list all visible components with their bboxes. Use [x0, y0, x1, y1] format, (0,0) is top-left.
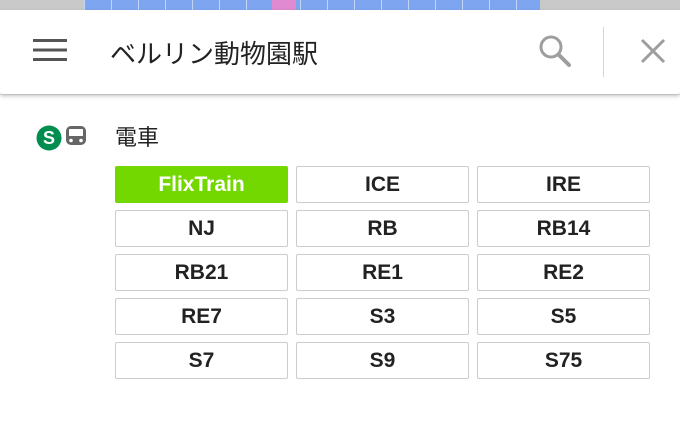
transit-line-chip[interactable]: S7	[115, 342, 288, 379]
close-button[interactable]	[630, 30, 676, 76]
transit-line-chip[interactable]: RE1	[296, 254, 469, 291]
s-bahn-icon: S	[36, 125, 62, 155]
search-input[interactable]	[110, 30, 510, 74]
transit-line-chip[interactable]: S3	[296, 298, 469, 335]
transit-line-chip[interactable]: IRE	[477, 166, 650, 203]
transit-line-chip[interactable]: RB21	[115, 254, 288, 291]
transit-line-chip[interactable]: RB	[296, 210, 469, 247]
search-bar-divider	[603, 27, 604, 77]
transit-section-title: 電車	[115, 126, 160, 151]
transit-line-chip[interactable]: RE7	[115, 298, 288, 335]
transit-line-chip[interactable]: S9	[296, 342, 469, 379]
transit-line-chip[interactable]: FlixTrain	[115, 166, 288, 203]
transit-line-chip[interactable]: S5	[477, 298, 650, 335]
transit-line-chip[interactable]: NJ	[115, 210, 288, 247]
transit-mode-icons: S	[36, 125, 95, 155]
map-pink-marker	[272, 0, 296, 10]
map-blue-band	[84, 0, 540, 10]
hamburger-menu-icon	[33, 38, 67, 66]
train-icon	[59, 125, 95, 155]
transit-line-chip[interactable]: S75	[477, 342, 650, 379]
close-icon	[639, 37, 667, 69]
search-bar	[0, 10, 680, 94]
menu-button[interactable]	[26, 32, 74, 72]
transit-line-chip[interactable]: ICE	[296, 166, 469, 203]
search-icon	[538, 34, 572, 72]
transit-line-chip[interactable]: RB14	[477, 210, 650, 247]
transit-lines-grid: FlixTrain ICE IRE NJ RB RB14 RB21 RE1 RE2 RE7 S3 S5…	[115, 166, 650, 379]
map-background-strip	[0, 0, 680, 10]
search-button[interactable]	[532, 30, 578, 76]
transit-line-chip[interactable]: RE2	[477, 254, 650, 291]
svg-text:S: S	[43, 128, 55, 148]
